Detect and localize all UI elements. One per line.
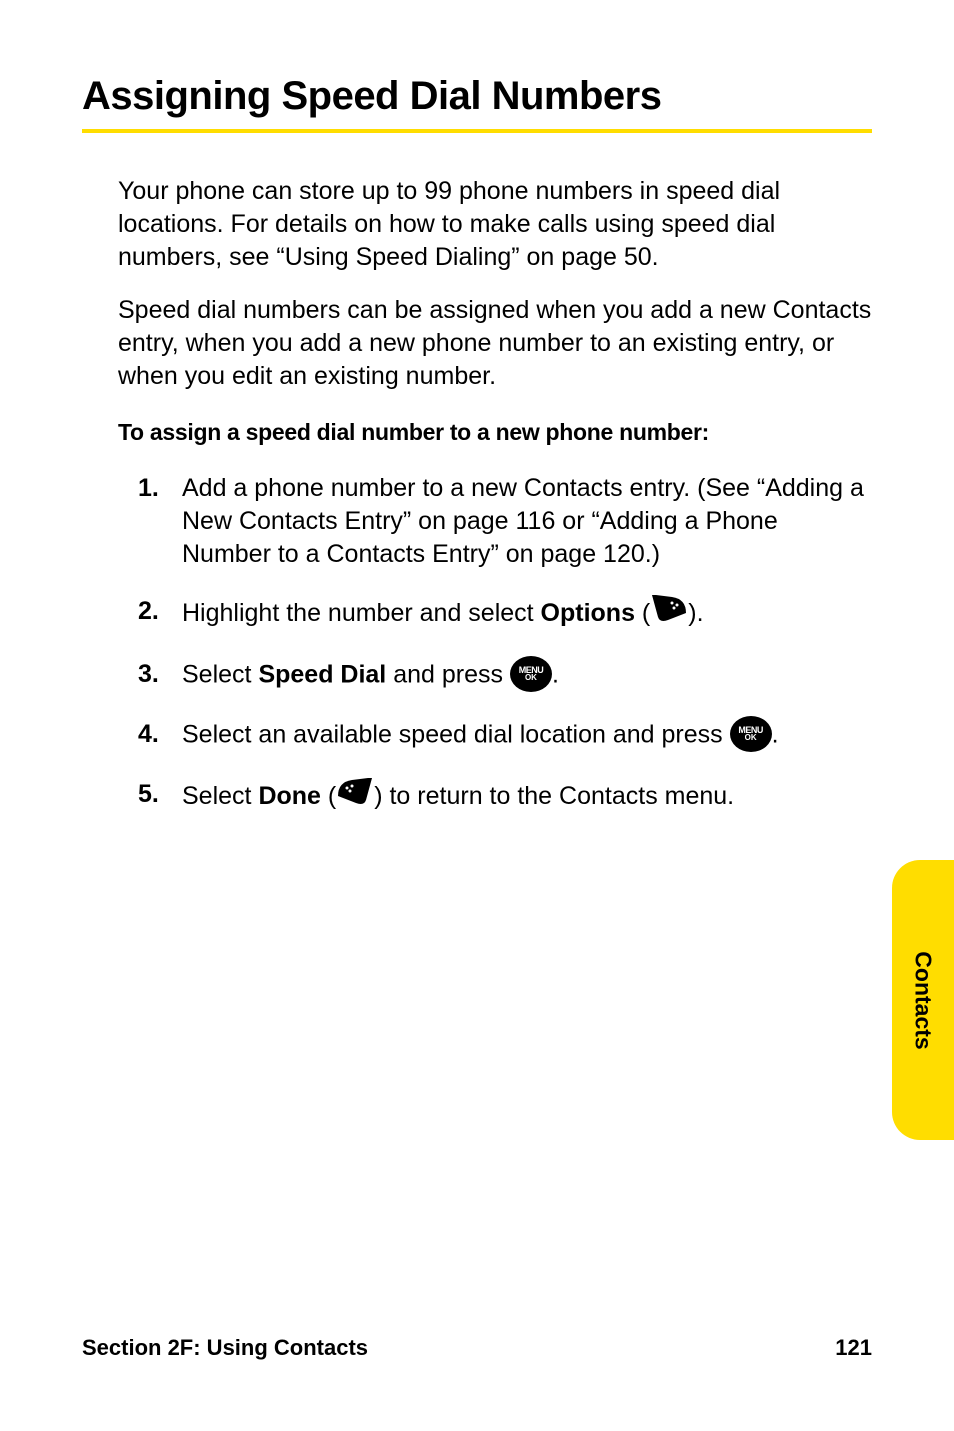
step-1: 1. Add a phone number to a new Contacts … bbox=[138, 472, 872, 571]
text-fragment: ( bbox=[635, 599, 650, 627]
bold-term: Speed Dial bbox=[258, 661, 386, 689]
left-softkey-icon bbox=[336, 776, 374, 815]
step-number: 3. bbox=[138, 658, 182, 694]
footer-section-title: Section 2F: Using Contacts bbox=[82, 1335, 368, 1361]
intro-paragraph-2: Speed dial numbers can be assigned when … bbox=[118, 294, 872, 393]
icon-label-bottom: OK bbox=[745, 734, 757, 741]
text-fragment: Select bbox=[182, 782, 258, 810]
step-number: 1. bbox=[138, 472, 182, 571]
step-text: Select Done ( ) to return to the Contacts… bbox=[182, 778, 872, 817]
menu-ok-button-icon: MENUOK bbox=[730, 716, 772, 752]
bold-term: Options bbox=[541, 599, 635, 627]
step-4: 4. Select an available speed dial locati… bbox=[138, 718, 872, 754]
icon-label-bottom: OK bbox=[525, 674, 537, 681]
step-text: Select Speed Dial and press MENUOK. bbox=[182, 658, 872, 694]
step-3: 3. Select Speed Dial and press MENUOK. bbox=[138, 658, 872, 694]
step-text: Highlight the number and select Options … bbox=[182, 595, 872, 634]
step-number: 2. bbox=[138, 595, 182, 634]
step-number: 5. bbox=[138, 778, 182, 817]
text-fragment: ). bbox=[688, 599, 703, 627]
section-tab: Contacts bbox=[892, 860, 954, 1140]
step-number: 4. bbox=[138, 718, 182, 754]
body-content: Your phone can store up to 99 phone numb… bbox=[82, 175, 872, 817]
step-5: 5. Select Done ( ) to return to the Conta… bbox=[138, 778, 872, 817]
menu-ok-button-icon: MENUOK bbox=[510, 656, 552, 692]
page-heading: Assigning Speed Dial Numbers bbox=[82, 74, 872, 119]
text-fragment: and press bbox=[386, 661, 510, 689]
procedure-heading: To assign a speed dial number to a new p… bbox=[118, 419, 872, 446]
manual-page: Assigning Speed Dial Numbers Your phone … bbox=[0, 0, 954, 1431]
step-2: 2. Highlight the number and select Optio… bbox=[138, 595, 872, 634]
section-tab-label: Contacts bbox=[910, 951, 937, 1049]
bold-term: Done bbox=[258, 782, 321, 810]
text-fragment: Highlight the number and select bbox=[182, 599, 541, 627]
footer-page-number: 121 bbox=[835, 1335, 872, 1361]
heading-underline bbox=[82, 129, 872, 133]
text-fragment: ( bbox=[321, 782, 336, 810]
text-fragment: Select an available speed dial location … bbox=[182, 721, 730, 749]
text-fragment: . bbox=[552, 661, 559, 689]
intro-paragraph-1: Your phone can store up to 99 phone numb… bbox=[118, 175, 872, 274]
right-softkey-icon bbox=[650, 593, 688, 632]
step-text: Select an available speed dial location … bbox=[182, 718, 872, 754]
step-text: Add a phone number to a new Contacts ent… bbox=[182, 472, 872, 571]
text-fragment: Select bbox=[182, 661, 258, 689]
text-fragment: . bbox=[772, 721, 779, 749]
page-footer: Section 2F: Using Contacts 121 bbox=[82, 1335, 872, 1361]
text-fragment: ) to return to the Contacts menu. bbox=[374, 782, 734, 810]
steps-list: 1. Add a phone number to a new Contacts … bbox=[118, 472, 872, 817]
